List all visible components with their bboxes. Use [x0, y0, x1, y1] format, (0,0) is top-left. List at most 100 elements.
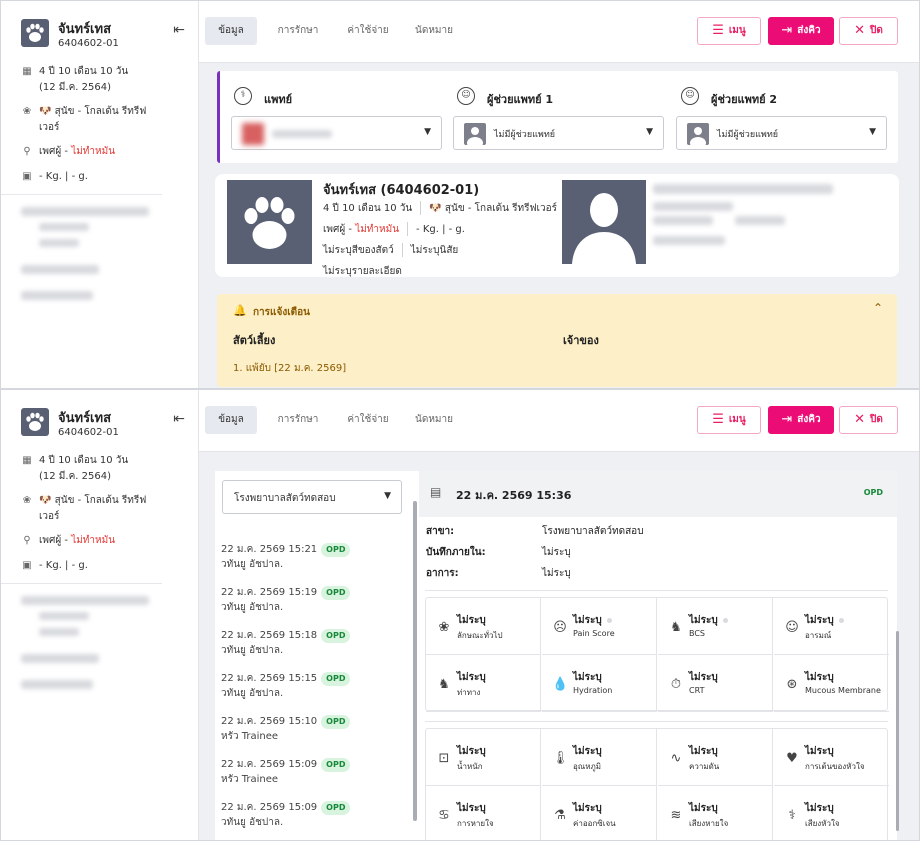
- tab-expenses[interactable]: ค่าใช้จ่าย: [335, 406, 401, 434]
- owner-photo: [562, 180, 646, 264]
- tab-info[interactable]: ข้อมูล: [205, 17, 257, 45]
- breed-prefix: สุนัข -: [444, 203, 475, 214]
- pet-weight: - Kg. | - g.: [39, 560, 88, 571]
- branch-value: โรงพยาบาลสัตว์ทดสอบ: [542, 526, 644, 537]
- pet-photo: [227, 180, 312, 264]
- close-label: ปิด: [870, 25, 883, 36]
- history-item[interactable]: 22 ม.ค. 2569 15:15 OPD วทันยู อัชปาล.: [221, 671, 351, 701]
- menu-button[interactable]: ☰ เมนู: [697, 17, 761, 45]
- branch-label: สาขา:: [426, 526, 455, 537]
- exam-value: ไม่ระบุ: [573, 746, 602, 757]
- alert-col-pet: สัตว์เลี้ยง: [233, 334, 276, 347]
- tab-treatment[interactable]: การรักษา: [265, 406, 331, 434]
- history-staff: หรัว Trainee: [221, 731, 279, 742]
- exam-label: CRT: [689, 686, 705, 695]
- exam-cell[interactable]: ⚗ ไม่ระบุ ค่าออกซิเจน: [542, 786, 657, 840]
- collapse-sidebar-icon[interactable]: ⇤: [170, 412, 188, 428]
- smile-icon: ☺: [785, 620, 799, 635]
- oxygen-drop-icon: ⚗: [554, 808, 566, 823]
- exam-cell[interactable]: ∿ ไม่ระบุ ความดัน: [658, 729, 773, 786]
- history-date: 22 ม.ค. 2569 15:18: [221, 630, 318, 641]
- history-item[interactable]: 22 ม.ค. 2569 15:19 OPD วทันยู อัชปาล.: [221, 585, 351, 615]
- exam-cell[interactable]: ⊛ ไม่ระบุ Mucous Membrane: [774, 655, 889, 712]
- send-queue-button[interactable]: ⇥ ส่งคิว: [768, 406, 834, 434]
- alert-col-owner: เจ้าของ: [563, 334, 599, 347]
- exam-value: ไม่ระบุ: [805, 746, 834, 757]
- chevron-down-icon: ▼: [384, 491, 391, 501]
- divider: [425, 590, 888, 591]
- exam-cell[interactable]: ♥ ไม่ระบุ การเต้นของหัวใจ: [774, 729, 889, 786]
- divider: [1, 194, 162, 195]
- exam-label: เสียงหัวใจ: [805, 819, 840, 828]
- exam-cell[interactable]: ⚕ ไม่ระบุ เสียงหัวใจ: [774, 786, 889, 840]
- exam-label: การเต้นของหัวใจ: [805, 762, 865, 771]
- exam-label: อุณหภูมิ: [573, 762, 602, 771]
- send-label: ส่งคิว: [797, 414, 821, 425]
- opd-badge: OPD: [321, 672, 351, 686]
- history-staff: วทันยู อัชปาล.: [221, 817, 284, 828]
- scale-icon: ⊡: [438, 751, 450, 766]
- exam-label: อารมณ์: [805, 631, 832, 640]
- exam-label: ความดัน: [689, 762, 720, 771]
- pet-avatar: [21, 19, 49, 47]
- exam-value: ไม่ระบุ: [805, 803, 834, 814]
- exam-cell[interactable]: ❀ ไม่ระบุ ลักษณะทั่วไป: [426, 598, 541, 655]
- symptom-value: ไม่ระบุ: [542, 568, 571, 579]
- breed-row: ❀ 🐶 สุนัข - โกลเด้น รีทรีฟ เวอร์: [21, 104, 190, 136]
- exam-cell[interactable]: 🌡 ไม่ระบุ อุณหภูมิ: [542, 729, 657, 786]
- pet-full-title: จันทร์เทส (6404602-01): [323, 183, 480, 198]
- send-queue-button[interactable]: ⇥ ส่งคิว: [768, 17, 834, 45]
- pet-profile-card: จันทร์เทส (6404602-01) 4 ปี 10 เดือน 10 …: [215, 174, 899, 277]
- exam-cell[interactable]: ♞ ไม่ระบุ BCS: [658, 598, 773, 655]
- pet-temper: ไม่ระบุนิสัย: [410, 245, 459, 256]
- opd-badge: OPD: [321, 801, 351, 815]
- history-item[interactable]: 22 ม.ค. 2569 15:21 OPD วทันยู อัชปาล.: [221, 542, 351, 572]
- menu-button[interactable]: ☰ เมนู: [697, 406, 761, 434]
- breed: โกลเด้น รีทรีฟเวอร์: [474, 203, 557, 214]
- assistant2-select[interactable]: ไม่มีผู้ช่วยแพทย์ ▼: [676, 116, 887, 150]
- age-breed-line: 4 ปี 10 เดือน 10 วัน 🐶 สุนัข - โกลเด้น รี…: [323, 201, 557, 216]
- doctor-select[interactable]: ▼: [231, 116, 442, 150]
- symptom-label: อาการ:: [426, 568, 459, 579]
- exam-cell[interactable]: ⏱ ไม่ระบุ CRT: [658, 655, 773, 712]
- history-scrollbar[interactable]: [413, 501, 417, 821]
- lungs-icon: ♋: [438, 808, 450, 823]
- exam-cell[interactable]: ☹ ไม่ระบุ Pain Score: [542, 598, 657, 655]
- sidebar: จันทร์เทส 6404602-01 ⇤ ▦ 4 ปี 10 เดือน 1…: [1, 1, 199, 388]
- history-item[interactable]: 22 ม.ค. 2569 15:09 OPD วทันยู อัชปาล.: [221, 800, 351, 830]
- close-button[interactable]: ✕ ปิด: [839, 17, 898, 45]
- exam-cell[interactable]: ≋ ไม่ระบุ เสียงหายใจ: [658, 786, 773, 840]
- history-item[interactable]: 22 ม.ค. 2569 15:09 OPD หรัว Trainee: [221, 757, 351, 787]
- collapse-sidebar-icon[interactable]: ⇤: [170, 23, 188, 39]
- assistant-icon: ☺: [681, 87, 699, 105]
- history-item[interactable]: 22 ม.ค. 2569 15:10 OPD หรัว Trainee: [221, 714, 351, 744]
- opd-badge: OPD: [321, 629, 351, 643]
- assistant1-select[interactable]: ไม่มีผู้ช่วยแพทย์ ▼: [453, 116, 664, 150]
- close-label: ปิด: [870, 414, 883, 425]
- history-staff: วทันยู อัชปาล.: [221, 645, 284, 656]
- exam-cell[interactable]: ⊡ ไม่ระบุ น้ำหนัก: [426, 729, 541, 786]
- tab-appointment[interactable]: นัดหมาย: [401, 17, 467, 45]
- tab-appointment[interactable]: นัดหมาย: [401, 406, 467, 434]
- exam-value: ไม่ระบุ: [457, 672, 486, 683]
- tab-info[interactable]: ข้อมูล: [205, 406, 257, 434]
- history-item[interactable]: 22 ม.ค. 2569 15:18 OPD วทันยู อัชปาล.: [221, 628, 351, 658]
- history-staff: หรัว Trainee: [221, 774, 279, 785]
- alert-title: การแจ้งเตือน: [253, 307, 310, 318]
- close-button[interactable]: ✕ ปิด: [839, 406, 898, 434]
- detail-scrollbar[interactable]: [896, 631, 899, 831]
- person-placeholder-icon: [464, 123, 486, 145]
- exam-cell[interactable]: 💧 ไม่ระบุ Hydration: [542, 655, 657, 712]
- collapse-alert-icon[interactable]: ⌃: [873, 301, 883, 315]
- stopwatch-icon: ⏱: [670, 677, 682, 692]
- exam-cell[interactable]: ♋ ไม่ระบุ การหายใจ: [426, 786, 541, 840]
- history-staff: วทันยู อัชปาล.: [221, 559, 284, 570]
- pain-face-icon: ☹: [553, 620, 567, 635]
- hospital-select[interactable]: โรงพยาบาลสัตว์ทดสอบ ▼: [222, 480, 402, 514]
- tab-expenses[interactable]: ค่าใช้จ่าย: [335, 17, 401, 45]
- exam-cell[interactable]: ♞ ไม่ระบุ ท่าทาง: [426, 655, 541, 712]
- pet-name: จันทร์เทส: [58, 22, 112, 37]
- age-row: ▦ 4 ปี 10 เดือน 10 วัน (12 มี.ค. 2564): [21, 64, 190, 96]
- tab-treatment[interactable]: การรักษา: [265, 17, 331, 45]
- exam-cell[interactable]: ☺ ไม่ระบุ อารมณ์: [774, 598, 889, 655]
